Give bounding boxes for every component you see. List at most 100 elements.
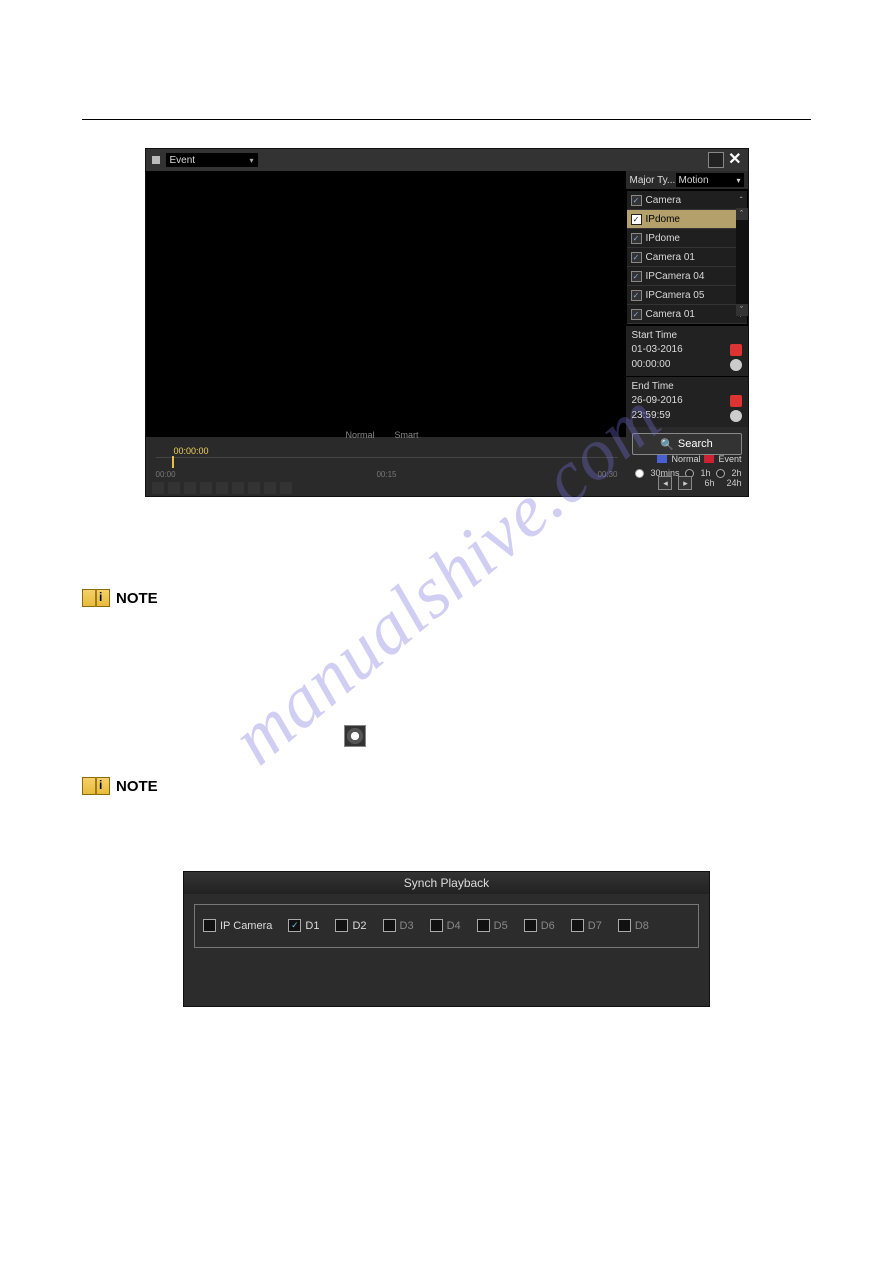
playhead-icon[interactable] [172,456,174,468]
close-icon[interactable]: ✕ [728,153,741,167]
normal-tab[interactable]: Normal [346,430,375,440]
camera-item-label: Camera 01 [646,252,695,263]
camera-item[interactable]: ✓ Camera 01 [627,248,747,267]
note-label: NOTE [116,778,158,795]
start-date-input[interactable]: 01-03-2016 [632,342,742,357]
note-2-text: are configurable under Menu > Playback >… [82,799,811,822]
toolbar-button[interactable] [216,482,228,494]
toolbar-button[interactable] [168,482,180,494]
scroll-up-icon[interactable]: ˆ [736,208,748,220]
end-date-input[interactable]: 26-09-2016 [632,393,742,408]
search-button[interactable]: 🔍 Search [632,433,742,455]
legend-event: Event [718,454,741,464]
ipcamera-checkbox[interactable]: IP Camera [203,919,272,932]
clock-icon[interactable] [730,410,742,422]
channel-d1[interactable]: ✓D1 [288,919,319,932]
camera-item[interactable]: ✓IPCamera 05 [627,286,747,305]
toolbar-button[interactable] [232,482,244,494]
figure2-text: Synch Playback Interface [408,1017,555,1032]
end-date-value: 26-09-2016 [632,395,683,406]
legend: Normal Event [657,454,741,464]
channel-label: D6 [541,920,555,932]
start-time-value: 00:00:00 [632,359,671,370]
playback-mode-value: Event [170,155,196,166]
checkbox-icon[interactable] [335,919,348,932]
tick: 00:00 [156,470,176,478]
step-3: Step 3 Click Search button to get the se… [82,544,811,559]
calendar-icon[interactable] [730,395,742,407]
timeline-ticks: 00:00 00:15 00:30 [156,470,618,478]
tick: 00:30 [597,470,617,478]
toolbar-button[interactable] [200,482,212,494]
camera-item[interactable]: ✓Camera 01▾ [627,305,747,324]
checkbox-icon[interactable]: ✓ [631,233,642,244]
camera-item[interactable]: ✓IPCamera 04 [627,267,747,286]
camera-item-label: IPdome [646,233,680,244]
video-area [146,171,626,437]
note-line: If the event is set to trigger recording… [82,615,548,630]
start-date-value: 01-03-2016 [632,344,683,355]
toolbar-button[interactable] [248,482,260,494]
start-time-label: Start Time [632,330,742,341]
checkbox-icon [524,919,537,932]
page-header: Network Video Recorder User Manual [82,40,811,63]
playback-mode-dropdown[interactable]: Event ▾ [166,153,258,167]
end-time-input[interactable]: 23:59:59 [632,408,742,423]
timeline[interactable] [156,457,618,470]
checkbox-icon[interactable]: ✓ [631,195,642,206]
legend-normal: Normal [671,454,700,464]
step-text: Click Search button to get the search re… [140,544,622,559]
camera-header[interactable]: ✓ Camera ˆ [627,191,747,210]
timecode: 00:00:00 [174,446,209,456]
toolbar-button[interactable] [184,482,196,494]
scroll-down-icon[interactable]: ˇ [736,304,748,316]
clock-icon[interactable] [730,359,742,371]
mode-tabs: Normal Smart [346,430,419,440]
step-number: Step 4 [82,728,140,743]
collapse-up-icon[interactable]: ˆ [740,196,743,205]
camera-item[interactable]: ✓IPdome [627,210,747,229]
checkbox-icon[interactable] [203,919,216,932]
start-time-input[interactable]: 00:00:00 [632,357,742,372]
channel-d2[interactable]: D2 [335,919,366,932]
fullscreen-icon[interactable] [708,152,724,168]
camera-list: ✓ Camera ˆ ✓IPdome ✓IPdome ✓Camera 01 ✓I… [626,190,748,325]
note-1-text: If the event is set to trigger recording… [82,611,811,658]
radio-icon[interactable] [635,469,644,478]
major-type-row: Major Ty... Motion ▾ [626,171,748,190]
calendar-icon[interactable] [730,344,742,356]
major-type-dropdown[interactable]: Motion ▾ [676,173,744,187]
toolbar-button[interactable] [264,482,276,494]
smart-tab[interactable]: Smart [395,430,419,440]
figure2-caption: Figure 6-12 Synch Playback Interface [0,1017,893,1032]
chevron-down-icon: ▾ [736,176,740,185]
ipcamera-label: IP Camera [220,920,272,932]
checkbox-icon[interactable]: ✓ [631,309,642,320]
channel-d6: D6 [524,919,555,932]
play-icon [344,725,366,747]
channel-d8: D8 [618,919,649,932]
end-time-label: End Time [632,381,742,392]
channel-label: D4 [447,920,461,932]
toolbar-button[interactable] [280,482,292,494]
channel-d3: D3 [383,919,414,932]
checkbox-icon[interactable]: ✓ [631,290,642,301]
checkbox-icon[interactable]: ✓ [631,271,642,282]
search-label: Search [678,438,713,450]
camera-item[interactable]: ✓ IPdome [627,229,747,248]
checkbox-icon[interactable]: ✓ [631,252,642,263]
page: Network Video Recorder User Manual Event… [0,0,893,1114]
camera-item-label: Camera 01 [646,309,695,320]
toolbar-button[interactable] [152,482,164,494]
step-text-span: Select a main stream/sub-stream recorded… [140,728,622,743]
mode-icon [152,156,160,164]
checkbox-icon[interactable]: ✓ [288,919,301,932]
header-rule [82,119,811,120]
camera-scrollbar[interactable]: ˆ ˇ [736,208,748,316]
note-2-header: i NOTE [82,775,811,795]
synch-title: Synch Playback [184,872,709,894]
checkbox-icon[interactable]: ✓ [631,214,642,225]
checkbox-icon [477,919,490,932]
playback-toolbar [152,482,742,494]
major-type-value: Motion [679,175,709,186]
